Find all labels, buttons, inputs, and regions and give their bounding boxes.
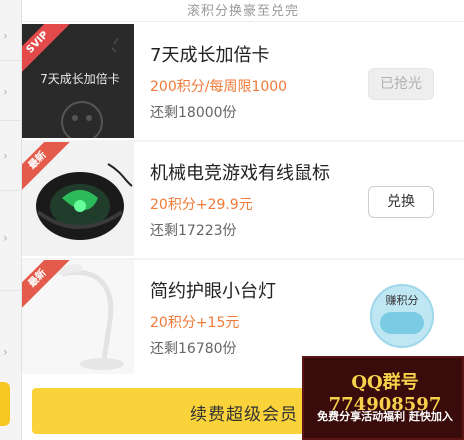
earn-points-badge[interactable]: 赚积分 xyxy=(370,284,434,348)
left-yellow-tab[interactable] xyxy=(0,382,10,426)
divider xyxy=(0,290,22,291)
item-title: 简约护眼小台灯 xyxy=(150,281,276,302)
header-text: 滚积分换豪至兑完 xyxy=(186,4,299,19)
qq-group-ad-banner: QQ群号774908597 免费分享活动福利 赶快加入 xyxy=(302,356,464,440)
list-item[interactable]: 最新 机械电竞游戏有线鼠标 20积分+29.9元 还剩17223份 兑换 xyxy=(22,142,464,260)
sold-out-button[interactable]: 已抢光 xyxy=(368,68,434,100)
list-item[interactable]: SVIP 7天成长加倍卡 7天成长加倍卡 200积分/每周限1000 还剩180… xyxy=(22,24,464,142)
chevron-right-icon: › xyxy=(3,149,8,163)
thumbnail-caption: 7天成长加倍卡 xyxy=(40,72,120,86)
divider xyxy=(0,120,22,121)
exchange-button[interactable]: 兑换 xyxy=(368,186,434,218)
item-remaining: 还剩17223份 xyxy=(150,223,237,239)
desk-lamp-image: 最新 xyxy=(22,260,134,374)
chevron-right-icon: › xyxy=(3,345,8,359)
badge-decoration xyxy=(380,312,424,334)
growth-card-thumbnail: SVIP 7天成长加倍卡 xyxy=(22,24,134,138)
chevron-right-icon: › xyxy=(3,85,8,99)
item-title: 机械电竞游戏有线鼠标 xyxy=(150,163,330,184)
chevron-right-icon: › xyxy=(3,29,8,43)
item-remaining: 还剩18000份 xyxy=(150,105,237,121)
chevron-right-icon: › xyxy=(3,231,8,245)
renew-svip-label: 续费超级会员 xyxy=(190,405,298,425)
gaming-mouse-image: 最新 xyxy=(22,142,134,256)
earn-points-label: 赚积分 xyxy=(385,294,419,307)
item-remaining: 还剩16780份 xyxy=(150,341,237,357)
divider xyxy=(0,60,22,61)
divider xyxy=(0,190,22,191)
item-title: 7天成长加倍卡 xyxy=(150,45,270,66)
section-header: 滚积分换豪至兑完 xyxy=(22,0,464,22)
item-price: 200积分/每周限1000 xyxy=(150,79,288,95)
qq-group-slogan: 免费分享活动福利 赶快加入 xyxy=(317,410,453,423)
item-price: 20积分+15元 xyxy=(150,315,240,331)
item-price: 20积分+29.9元 xyxy=(150,197,253,213)
left-background-panel: › › › › › xyxy=(0,0,22,440)
